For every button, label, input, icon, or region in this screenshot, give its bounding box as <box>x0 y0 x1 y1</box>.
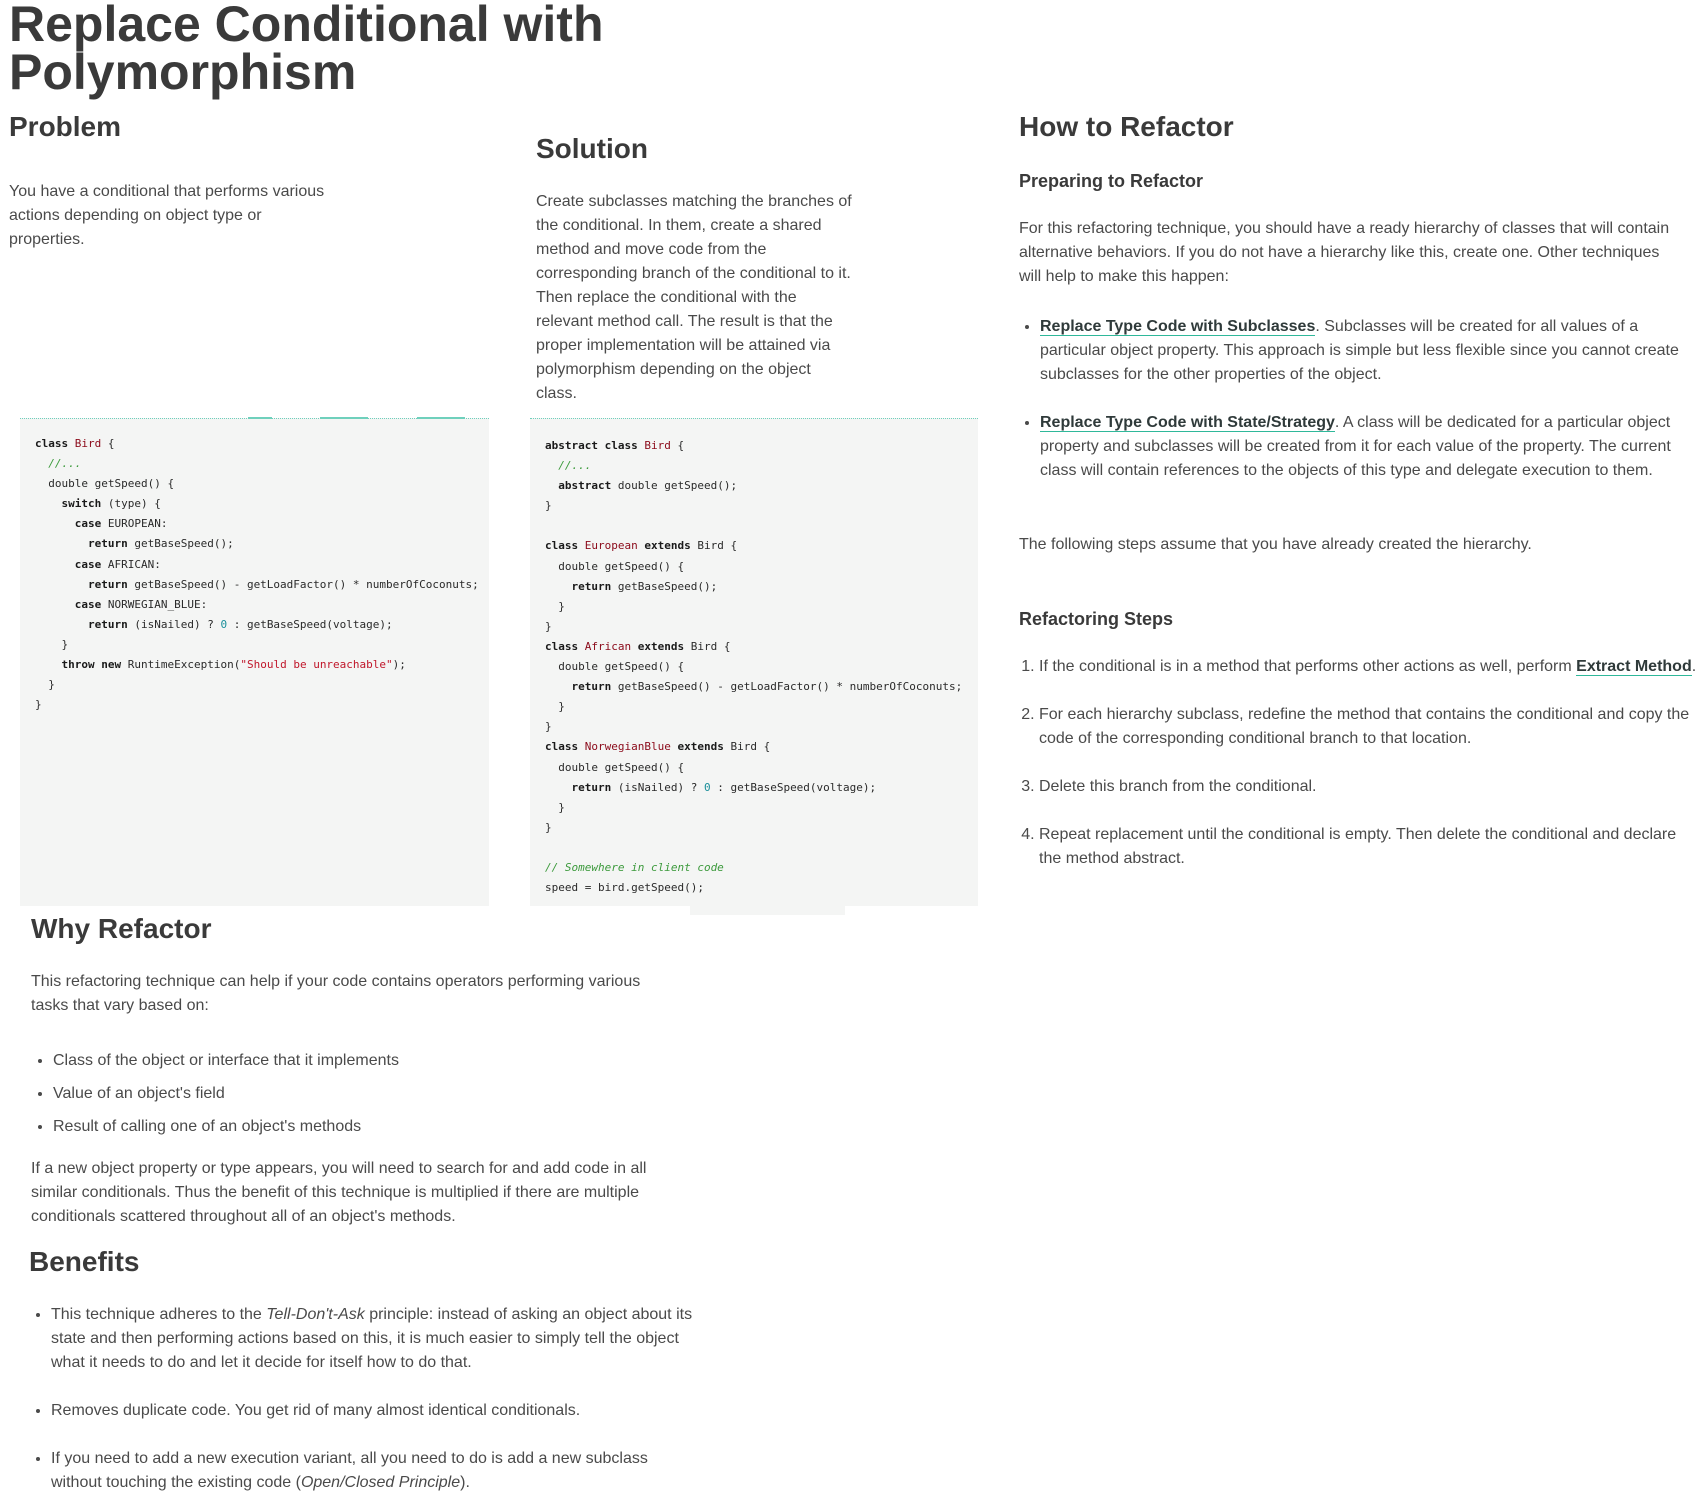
list-item: If you need to add a new execution varia… <box>51 1447 701 1495</box>
solution-heading: Solution <box>536 133 648 164</box>
list-item-text: ). <box>460 1474 470 1491</box>
problem-text: You have a conditional that performs var… <box>9 183 325 248</box>
how-to-heading: How to Refactor <box>1019 111 1234 142</box>
why-heading: Why Refactor <box>31 913 212 944</box>
why-outro: If a new object property or type appears… <box>31 1160 647 1225</box>
list-item: Value of an object's field <box>53 1077 693 1110</box>
code-after-tail <box>690 906 845 915</box>
list-item: Class of the object or interface that it… <box>53 1044 693 1077</box>
step-text: . <box>1691 658 1697 675</box>
step-item: Delete this branch from the conditional. <box>1039 775 1699 799</box>
why-list: Class of the object or interface that it… <box>33 1044 693 1143</box>
refactoring-steps: If the conditional is in a method that p… <box>1019 655 1699 871</box>
page-title: Replace Conditional with Polymorphism <box>9 0 604 100</box>
list-item: Result of calling one of an object's met… <box>53 1110 693 1143</box>
code-before: class Bird { //... double getSpeed() { s… <box>35 437 479 712</box>
list-item: Removes duplicate code. You get rid of m… <box>51 1399 701 1423</box>
list-item: Replace Type Code with State/Strategy. A… <box>1040 411 1700 483</box>
extract-method-link[interactable]: Extract Method <box>1576 658 1692 676</box>
step-item: If the conditional is in a method that p… <box>1039 655 1699 679</box>
technique-list: Replace Type Code with Subclasses. Subcl… <box>1020 315 1700 483</box>
steps-heading: Refactoring Steps <box>1019 609 1174 629</box>
why-intro: This refactoring technique can help if y… <box>31 973 641 1014</box>
list-item: Replace Type Code with Subclasses. Subcl… <box>1040 315 1700 387</box>
code-tab-marker <box>248 417 272 419</box>
code-tab-marker <box>417 417 465 419</box>
step-item: For each hierarchy subclass, redefine th… <box>1039 703 1699 751</box>
benefits-heading: Benefits <box>29 1246 140 1277</box>
benefits-list: This technique adheres to the Tell-Don't… <box>31 1303 701 1495</box>
list-item-text: This technique adheres to the <box>51 1306 267 1323</box>
list-item: This technique adheres to the Tell-Don't… <box>51 1303 701 1375</box>
preparing-text: For this refactoring technique, you shou… <box>1019 220 1670 285</box>
assume-text: The following steps assume that you have… <box>1019 536 1532 553</box>
problem-heading: Problem <box>9 111 122 142</box>
code-after-panel: abstract class Bird { //... abstract dou… <box>530 418 978 906</box>
replace-type-code-state-strategy-link[interactable]: Replace Type Code with State/Strategy <box>1040 414 1335 432</box>
step-text: If the conditional is in a method that p… <box>1039 658 1577 675</box>
tell-dont-ask-emphasis: Tell-Don't-Ask <box>266 1306 365 1323</box>
code-tab-marker <box>320 417 368 419</box>
preparing-heading: Preparing to Refactor <box>1019 171 1204 191</box>
code-before-panel: class Bird { //... double getSpeed() { s… <box>20 417 489 906</box>
code-after: abstract class Bird { //... abstract dou… <box>545 439 963 895</box>
solution-text: Create subclasses matching the branches … <box>536 193 852 402</box>
open-closed-emphasis: Open/Closed Principle <box>300 1474 461 1491</box>
step-item: Repeat replacement until the conditional… <box>1039 823 1699 871</box>
replace-type-code-subclasses-link[interactable]: Replace Type Code with Subclasses <box>1040 318 1316 336</box>
